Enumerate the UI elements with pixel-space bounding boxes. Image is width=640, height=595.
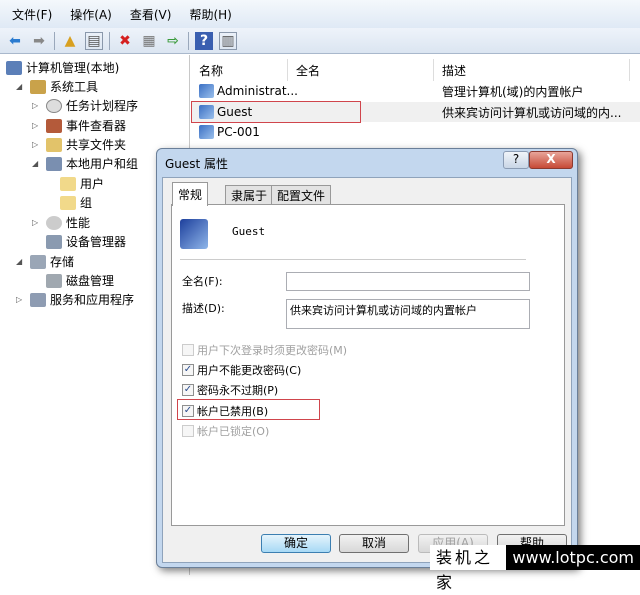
collapsed-icon[interactable]: ▷ bbox=[32, 121, 42, 130]
separator bbox=[188, 31, 189, 50]
check-icon: ✓ bbox=[182, 364, 194, 376]
tree-item-computer-management[interactable]: 计算机管理(本地) bbox=[6, 58, 119, 77]
storage-icon bbox=[30, 254, 46, 269]
user-icon bbox=[199, 84, 214, 98]
delete-icon[interactable]: ✖ bbox=[116, 32, 134, 50]
menu-help[interactable]: 帮助(H) bbox=[189, 6, 231, 23]
computer-icon bbox=[6, 60, 22, 75]
menu-file[interactable]: 文件(F) bbox=[12, 6, 52, 23]
tree-item-disk-management[interactable]: 磁盘管理 bbox=[46, 271, 114, 290]
fullname-input[interactable] bbox=[286, 272, 530, 291]
help-button[interactable]: ? bbox=[503, 151, 529, 169]
expanded-icon[interactable]: ◢ bbox=[16, 82, 26, 91]
dialog-title: Guest 属性 bbox=[165, 157, 229, 171]
user-account-icon bbox=[180, 219, 208, 249]
performance-icon bbox=[46, 215, 62, 230]
watermark-text: 装机之家 bbox=[430, 545, 507, 592]
highlight-box bbox=[191, 101, 361, 123]
general-panel: Guest 全名(F): 描述(D): 供来宾访问计算机或访问域的内置帐户 用户… bbox=[171, 204, 565, 526]
tree-item-performance[interactable]: ▷ 性能 bbox=[32, 213, 90, 232]
tree-item-local-users-groups[interactable]: ◢ 本地用户和组 bbox=[32, 154, 138, 173]
user-icon bbox=[199, 125, 214, 139]
divider bbox=[180, 259, 526, 260]
tree-item-device-manager[interactable]: 设备管理器 bbox=[46, 232, 126, 251]
watermark: 装机之家 www.lotpc.com bbox=[430, 545, 640, 592]
username-label: Guest bbox=[232, 225, 266, 238]
description-input[interactable]: 供来宾访问计算机或访问域的内置帐户 bbox=[286, 299, 530, 329]
clock-icon bbox=[46, 98, 62, 113]
properties-icon[interactable]: ▦ bbox=[140, 32, 158, 50]
disk-icon bbox=[46, 273, 62, 288]
account-locked-checkbox[interactable]: 帐户已锁定(O) bbox=[182, 423, 269, 439]
collapsed-icon[interactable]: ▷ bbox=[32, 218, 42, 227]
collapsed-icon[interactable]: ▷ bbox=[32, 101, 42, 110]
must-change-password-checkbox[interactable]: 用户下次登录时须更改密码(M) bbox=[182, 342, 347, 358]
tab-member-of[interactable]: 隶属于 bbox=[225, 185, 274, 205]
tools-icon bbox=[30, 79, 46, 94]
cannot-change-password-checkbox[interactable]: ✓ 用户不能更改密码(C) bbox=[182, 362, 301, 378]
tree-item-task-scheduler[interactable]: ▷ 任务计划程序 bbox=[32, 96, 138, 115]
check-icon: ✓ bbox=[182, 384, 194, 396]
table-row[interactable]: Administrat... 管理计算机(域)的内置帐户 bbox=[191, 81, 640, 101]
collapsed-icon[interactable]: ▷ bbox=[16, 295, 26, 304]
shared-folder-icon bbox=[46, 137, 62, 152]
folder-icon bbox=[60, 176, 76, 191]
cancel-button[interactable]: 取消 bbox=[339, 534, 409, 553]
column-header-description[interactable]: 描述 bbox=[434, 59, 630, 81]
tree-item-services-apps[interactable]: ▷ 服务和应用程序 bbox=[16, 290, 134, 309]
show-hide-tree-icon[interactable]: ▤ bbox=[85, 31, 103, 50]
services-icon bbox=[30, 292, 46, 307]
folder-icon bbox=[60, 195, 76, 210]
ok-button[interactable]: 确定 bbox=[261, 534, 331, 553]
password-never-expires-checkbox[interactable]: ✓ 密码永不过期(P) bbox=[182, 382, 278, 398]
action-pane-icon[interactable]: ▥ bbox=[219, 31, 237, 50]
tab-profile[interactable]: 配置文件 bbox=[271, 185, 332, 205]
collapsed-icon[interactable]: ▷ bbox=[32, 140, 42, 149]
event-viewer-icon bbox=[46, 118, 62, 133]
tree-item-shared-folders[interactable]: ▷ 共享文件夹 bbox=[32, 135, 126, 154]
separator bbox=[109, 31, 110, 50]
separator bbox=[54, 31, 55, 50]
menu-view[interactable]: 查看(V) bbox=[130, 6, 172, 23]
up-folder-icon[interactable]: ▲ bbox=[61, 32, 79, 50]
menu-bar: 文件(F) 操作(A) 查看(V) 帮助(H) bbox=[0, 0, 640, 28]
close-button[interactable]: X bbox=[529, 151, 573, 169]
tree-item-groups[interactable]: 组 bbox=[60, 193, 92, 212]
tree-item-system-tools[interactable]: ◢ 系统工具 bbox=[16, 77, 98, 96]
tree-item-users[interactable]: 用户 bbox=[60, 174, 104, 193]
column-header-name[interactable]: 名称 bbox=[191, 59, 288, 81]
expanded-icon[interactable]: ◢ bbox=[16, 257, 26, 266]
highlight-box bbox=[177, 399, 320, 420]
description-label: 描述(D): bbox=[182, 302, 225, 315]
toolbar: ⬅ ➡ ▲ ▤ ✖ ▦ ⇨ ? ▥ bbox=[0, 28, 640, 54]
watermark-url: www.lotpc.com bbox=[506, 545, 640, 570]
tree-item-storage[interactable]: ◢ 存储 bbox=[16, 252, 74, 271]
guest-properties-dialog: Guest 属性 ? X 常规 隶属于 配置文件 Guest 全名(F): 描述… bbox=[156, 148, 578, 568]
export-icon[interactable]: ⇨ bbox=[164, 32, 182, 50]
back-icon[interactable]: ⬅ bbox=[6, 32, 24, 50]
users-icon bbox=[46, 156, 62, 171]
expanded-icon[interactable]: ◢ bbox=[32, 159, 42, 168]
menu-action[interactable]: 操作(A) bbox=[70, 6, 112, 23]
tree-item-event-viewer[interactable]: ▷ 事件查看器 bbox=[32, 116, 126, 135]
table-row[interactable]: PC-001 bbox=[191, 122, 640, 142]
forward-icon[interactable]: ➡ bbox=[30, 32, 48, 50]
help-icon[interactable]: ? bbox=[195, 31, 213, 50]
tab-general[interactable]: 常规 bbox=[172, 182, 209, 206]
device-manager-icon bbox=[46, 234, 62, 249]
fullname-label: 全名(F): bbox=[182, 275, 223, 288]
dialog-body: 常规 隶属于 配置文件 Guest 全名(F): 描述(D): 供来宾访问计算机… bbox=[162, 177, 572, 563]
column-header-fullname[interactable]: 全名 bbox=[288, 59, 434, 81]
